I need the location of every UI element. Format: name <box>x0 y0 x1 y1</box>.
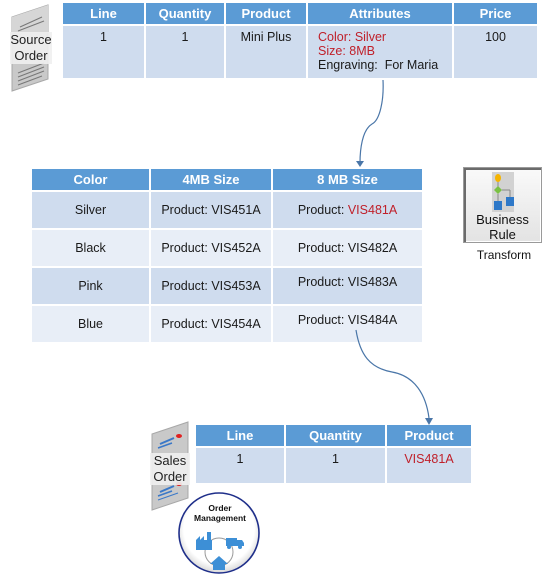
table-row: Black Product: VIS452A Product: VIS482A <box>32 230 422 266</box>
transform-header-row: Color 4MB Size 8 MB Size <box>32 169 422 190</box>
table-row: 1 1 VIS481A <box>196 448 471 483</box>
business-rule-flowchart-icon <box>492 172 514 212</box>
table-row: Pink Product: VIS453A Product: VIS483A <box>32 268 422 304</box>
column-header-quantity: Quantity <box>146 3 224 24</box>
product-code: VIS484A <box>347 313 398 327</box>
product-prefix: Product: <box>297 203 348 217</box>
product-prefix: Product: <box>297 275 348 289</box>
column-header-line: Line <box>196 425 284 446</box>
cell-line: 1 <box>196 448 284 483</box>
sales-order-label-line2: Order <box>153 469 187 484</box>
business-rule-box: Business Rule <box>463 167 542 243</box>
table-row: Silver Product: VIS451A Product: VIS481A <box>32 192 422 228</box>
product-code: VIS483A <box>347 275 398 289</box>
sales-order-header-row: Line Quantity Product <box>196 425 471 446</box>
cell-8mb-product: Product: VIS482A <box>273 230 422 266</box>
order-management-title: Order Management <box>186 503 254 523</box>
business-rule-label-line2: Rule <box>489 227 516 242</box>
product-prefix: Product: <box>297 241 348 255</box>
column-header-color: Color <box>32 169 149 190</box>
cell-product: VIS481A <box>387 448 471 483</box>
column-header-line: Line <box>63 3 144 24</box>
product-code-highlighted: VIS481A <box>347 203 398 217</box>
source-order-label-line2: Order <box>14 48 48 63</box>
column-header-product: Product <box>387 425 471 446</box>
source-order-label: Source Order <box>10 32 52 64</box>
business-rule-label: Business Rule <box>464 212 541 242</box>
cell-line: 1 <box>63 26 144 78</box>
source-order-table: Line Quantity Product Attributes Price 1… <box>61 1 539 80</box>
column-header-product: Product <box>226 3 306 24</box>
table-row: 1 1 Mini Plus Color: Silver Size: 8MB En… <box>63 26 537 78</box>
order-management-title-line1: Order <box>208 503 232 513</box>
column-header-quantity: Quantity <box>286 425 385 446</box>
cell-4mb-product: Product: VIS451A <box>151 192 271 228</box>
column-header-8mb-size: 8 MB Size <box>273 169 422 190</box>
product-prefix: Product: <box>297 313 348 327</box>
source-order-header-row: Line Quantity Product Attributes Price <box>63 3 537 24</box>
arrow-attributes-to-lookup <box>359 79 384 164</box>
cell-4mb-product: Product: VIS453A <box>151 268 271 304</box>
column-header-4mb-size: 4MB Size <box>151 169 271 190</box>
cell-product: Mini Plus <box>226 26 306 78</box>
cell-price: 100 <box>454 26 537 78</box>
product-code: VIS482A <box>347 241 398 255</box>
cell-8mb-product: Product: VIS484A <box>273 306 422 342</box>
cell-8mb-product: Product: VIS483A <box>273 268 422 304</box>
cell-attributes: Color: Silver Size: 8MB Engraving: For M… <box>308 26 452 78</box>
cell-4mb-product: Product: VIS452A <box>151 230 271 266</box>
cell-color: Pink <box>32 268 149 304</box>
sales-order-label: Sales Order <box>150 453 190 485</box>
attribute-color: Color: Silver <box>318 30 387 44</box>
transform-lookup-table: Color 4MB Size 8 MB Size Silver Product:… <box>30 167 424 344</box>
column-header-attributes: Attributes <box>308 3 452 24</box>
cell-quantity: 1 <box>146 26 224 78</box>
table-row: Blue Product: VIS454A Product: VIS484A <box>32 306 422 342</box>
source-order-label-line1: Source <box>10 32 52 47</box>
attribute-engraving: Engraving: For Maria <box>318 58 439 72</box>
order-management-title-line2: Management <box>194 513 246 523</box>
cell-quantity: 1 <box>286 448 385 483</box>
transform-caption: Transform <box>476 248 532 262</box>
sales-order-label-line1: Sales <box>153 453 187 468</box>
sales-order-table: Line Quantity Product 1 1 VIS481A <box>194 423 473 485</box>
cell-color: Blue <box>32 306 149 342</box>
cell-4mb-product: Product: VIS454A <box>151 306 271 342</box>
cell-8mb-product: Product: VIS481A <box>273 192 422 228</box>
column-header-price: Price <box>454 3 537 24</box>
cell-color: Black <box>32 230 149 266</box>
cell-color: Silver <box>32 192 149 228</box>
business-rule-label-line1: Business <box>476 212 529 227</box>
attribute-size: Size: 8MB <box>318 44 375 58</box>
